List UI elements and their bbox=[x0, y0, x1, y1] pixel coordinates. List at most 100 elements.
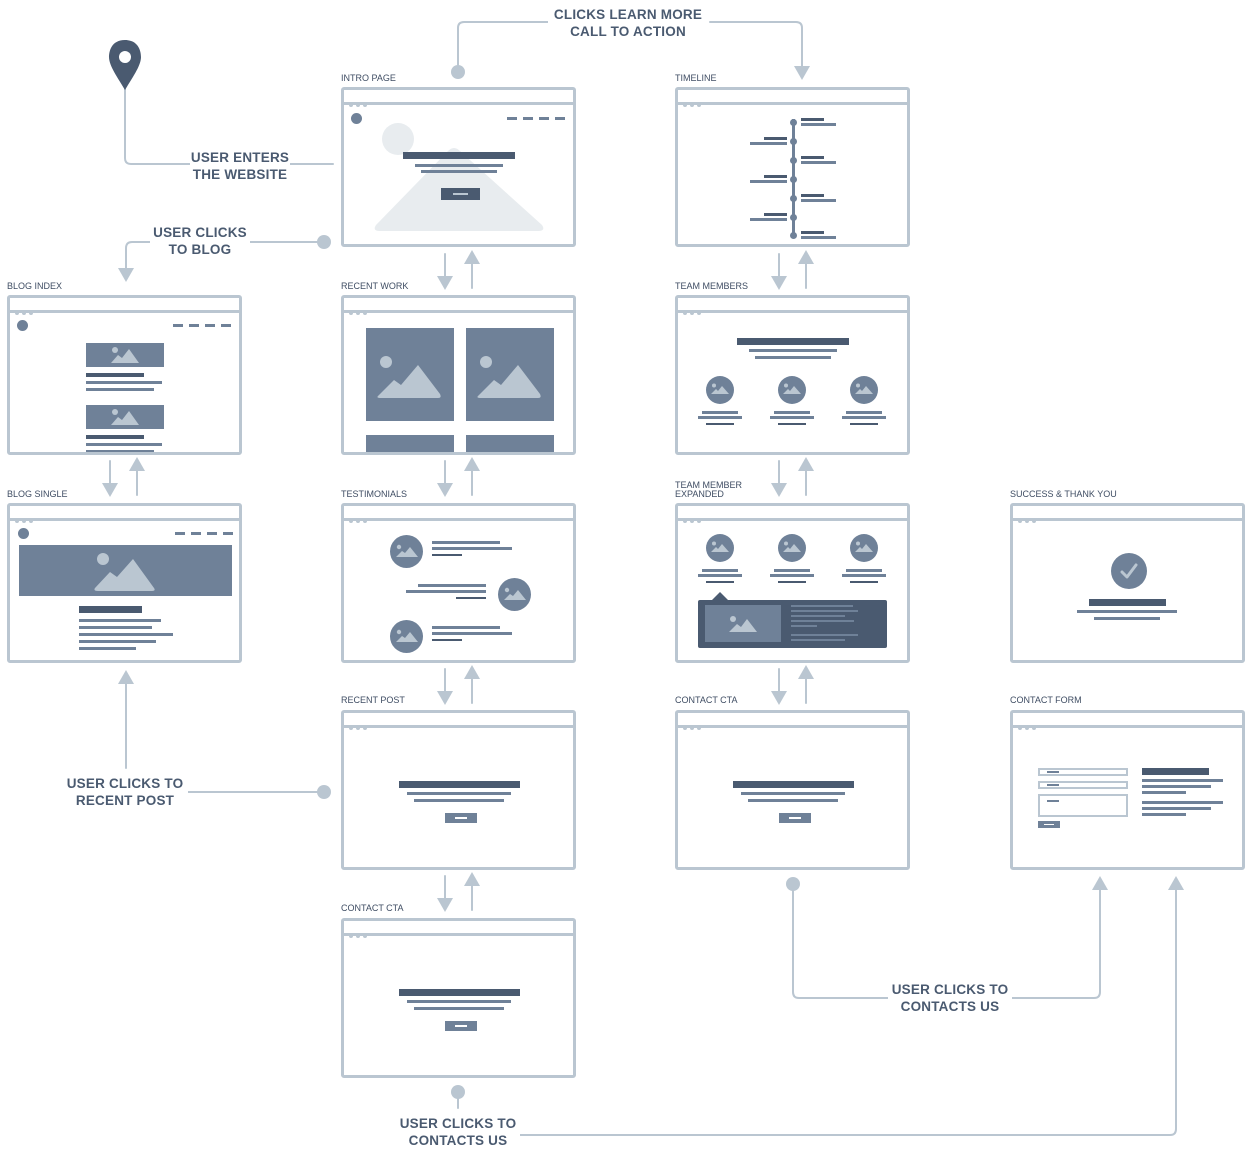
screen-blog-index[interactable] bbox=[7, 295, 242, 455]
screen-blog-single[interactable] bbox=[7, 503, 242, 663]
screen-title-contact-cta-left: CONTACT CTA bbox=[341, 903, 404, 913]
text-line bbox=[86, 443, 162, 446]
screen-title-success: SUCCESS & THANK YOU bbox=[1010, 489, 1117, 499]
screen-testimonials[interactable] bbox=[341, 503, 576, 663]
arrowhead-up bbox=[798, 250, 814, 264]
nav-item bbox=[555, 117, 565, 120]
member-avatar-icon bbox=[850, 534, 878, 562]
expanded-member-panel bbox=[698, 600, 887, 648]
flow-label-contacts-right: USER CLICKS TO CONTACTS US bbox=[888, 981, 1012, 1015]
arrowhead-up bbox=[798, 665, 814, 679]
screen-title-contact-form: CONTACT FORM bbox=[1010, 695, 1082, 705]
browser-bar bbox=[678, 90, 907, 107]
arrowhead-up bbox=[464, 457, 480, 471]
browser-bar bbox=[678, 506, 907, 523]
arrowhead-up bbox=[129, 457, 145, 471]
screen-success-thank-you[interactable] bbox=[1010, 503, 1245, 663]
connector-contacts-bottom-b bbox=[519, 887, 1177, 1136]
cta-button bbox=[445, 1021, 477, 1031]
logo-dot bbox=[351, 113, 362, 124]
connector-to-blog-left bbox=[125, 241, 151, 271]
flow-label-to-recent-post: USER CLICKS TO RECENT POST bbox=[62, 775, 188, 809]
portfolio-tile bbox=[366, 435, 454, 452]
screen-intro-page[interactable] bbox=[341, 87, 576, 247]
browser-bar bbox=[1013, 713, 1242, 730]
nav-item bbox=[205, 324, 215, 327]
post-title-bar bbox=[79, 606, 142, 613]
cta-button bbox=[779, 813, 811, 823]
arrowhead-down bbox=[794, 66, 810, 80]
logo-dot bbox=[18, 528, 29, 539]
browser-bar bbox=[678, 713, 907, 730]
arrowhead-down bbox=[437, 898, 453, 912]
member-avatar-icon bbox=[778, 376, 806, 404]
connector-enters-left bbox=[124, 87, 191, 165]
screen-title-testimonials: TESTIMONIALS bbox=[341, 489, 408, 499]
flow-label-contacts-bottom: USER CLICKS TO CONTACTS US bbox=[396, 1115, 520, 1149]
image-placeholder-icon bbox=[86, 343, 164, 367]
nav-item bbox=[173, 324, 183, 327]
flow-label-learn-more: CLICKS LEARN MORE CALL TO ACTION bbox=[548, 6, 708, 40]
text-line bbox=[79, 619, 161, 622]
screen-contact-form[interactable] bbox=[1010, 710, 1245, 870]
post-title-bar bbox=[86, 435, 144, 439]
text-line bbox=[86, 388, 154, 391]
connector-dot bbox=[317, 785, 331, 799]
browser-bar bbox=[344, 506, 573, 523]
browser-bar bbox=[10, 298, 239, 315]
arrowhead-up bbox=[798, 457, 814, 471]
headline-bar bbox=[403, 152, 515, 159]
screen-title-intro-page: INTRO PAGE bbox=[341, 73, 396, 83]
timeline-graphic bbox=[678, 105, 907, 244]
image-placeholder-icon bbox=[86, 405, 164, 429]
headline-bar bbox=[399, 989, 520, 996]
form-submit-button bbox=[1038, 821, 1060, 828]
member-avatar-icon bbox=[778, 534, 806, 562]
screen-title-team-member-expanded: TEAM MEMBER EXPANDED bbox=[675, 480, 743, 499]
screen-contact-cta-left[interactable] bbox=[341, 918, 576, 1078]
avatar-placeholder-icon bbox=[390, 535, 423, 568]
form-field bbox=[1038, 768, 1128, 776]
nav-item bbox=[207, 532, 217, 535]
nav-item bbox=[523, 117, 533, 120]
nav-item bbox=[191, 532, 201, 535]
arrowhead-down bbox=[437, 691, 453, 705]
screen-recent-work[interactable] bbox=[341, 295, 576, 455]
screen-timeline[interactable] bbox=[675, 87, 910, 247]
nav-item bbox=[175, 532, 185, 535]
screen-title-recent-work: RECENT WORK bbox=[341, 281, 409, 291]
nav-item bbox=[221, 324, 231, 327]
text-line bbox=[415, 164, 503, 167]
screen-title-timeline: TIMELINE bbox=[675, 73, 717, 83]
text-line bbox=[79, 626, 152, 629]
image-placeholder-icon bbox=[705, 605, 781, 642]
flow-label-enters: USER ENTERS THE WEBSITE bbox=[190, 149, 290, 183]
screen-recent-post[interactable] bbox=[341, 710, 576, 870]
text-line bbox=[79, 647, 136, 650]
screen-team-members[interactable] bbox=[675, 295, 910, 455]
browser-bar bbox=[1013, 506, 1242, 523]
cta-button bbox=[445, 813, 477, 823]
arrowhead-down bbox=[437, 483, 453, 497]
connector-dot bbox=[451, 1085, 465, 1099]
screen-team-member-expanded[interactable] bbox=[675, 503, 910, 663]
headline-bar bbox=[399, 781, 520, 788]
text-line bbox=[421, 170, 497, 173]
headline-bar bbox=[733, 781, 854, 788]
browser-bar bbox=[344, 298, 573, 315]
connector-dot bbox=[451, 65, 465, 79]
connector-learn-more-left bbox=[457, 21, 551, 71]
screen-title-contact-cta-right: CONTACT CTA bbox=[675, 695, 738, 705]
avatar-placeholder-icon bbox=[498, 578, 531, 611]
browser-bar bbox=[678, 298, 907, 315]
connector-learn-more-right bbox=[709, 21, 803, 69]
arrowhead-up bbox=[1092, 876, 1108, 890]
arrowhead-up bbox=[464, 872, 480, 886]
nav-item bbox=[507, 117, 517, 120]
cta-button bbox=[441, 188, 480, 200]
connector-dot bbox=[786, 877, 800, 891]
browser-bar bbox=[344, 713, 573, 730]
screen-contact-cta-right[interactable] bbox=[675, 710, 910, 870]
arrowhead-down bbox=[771, 276, 787, 290]
text-line bbox=[86, 381, 162, 384]
